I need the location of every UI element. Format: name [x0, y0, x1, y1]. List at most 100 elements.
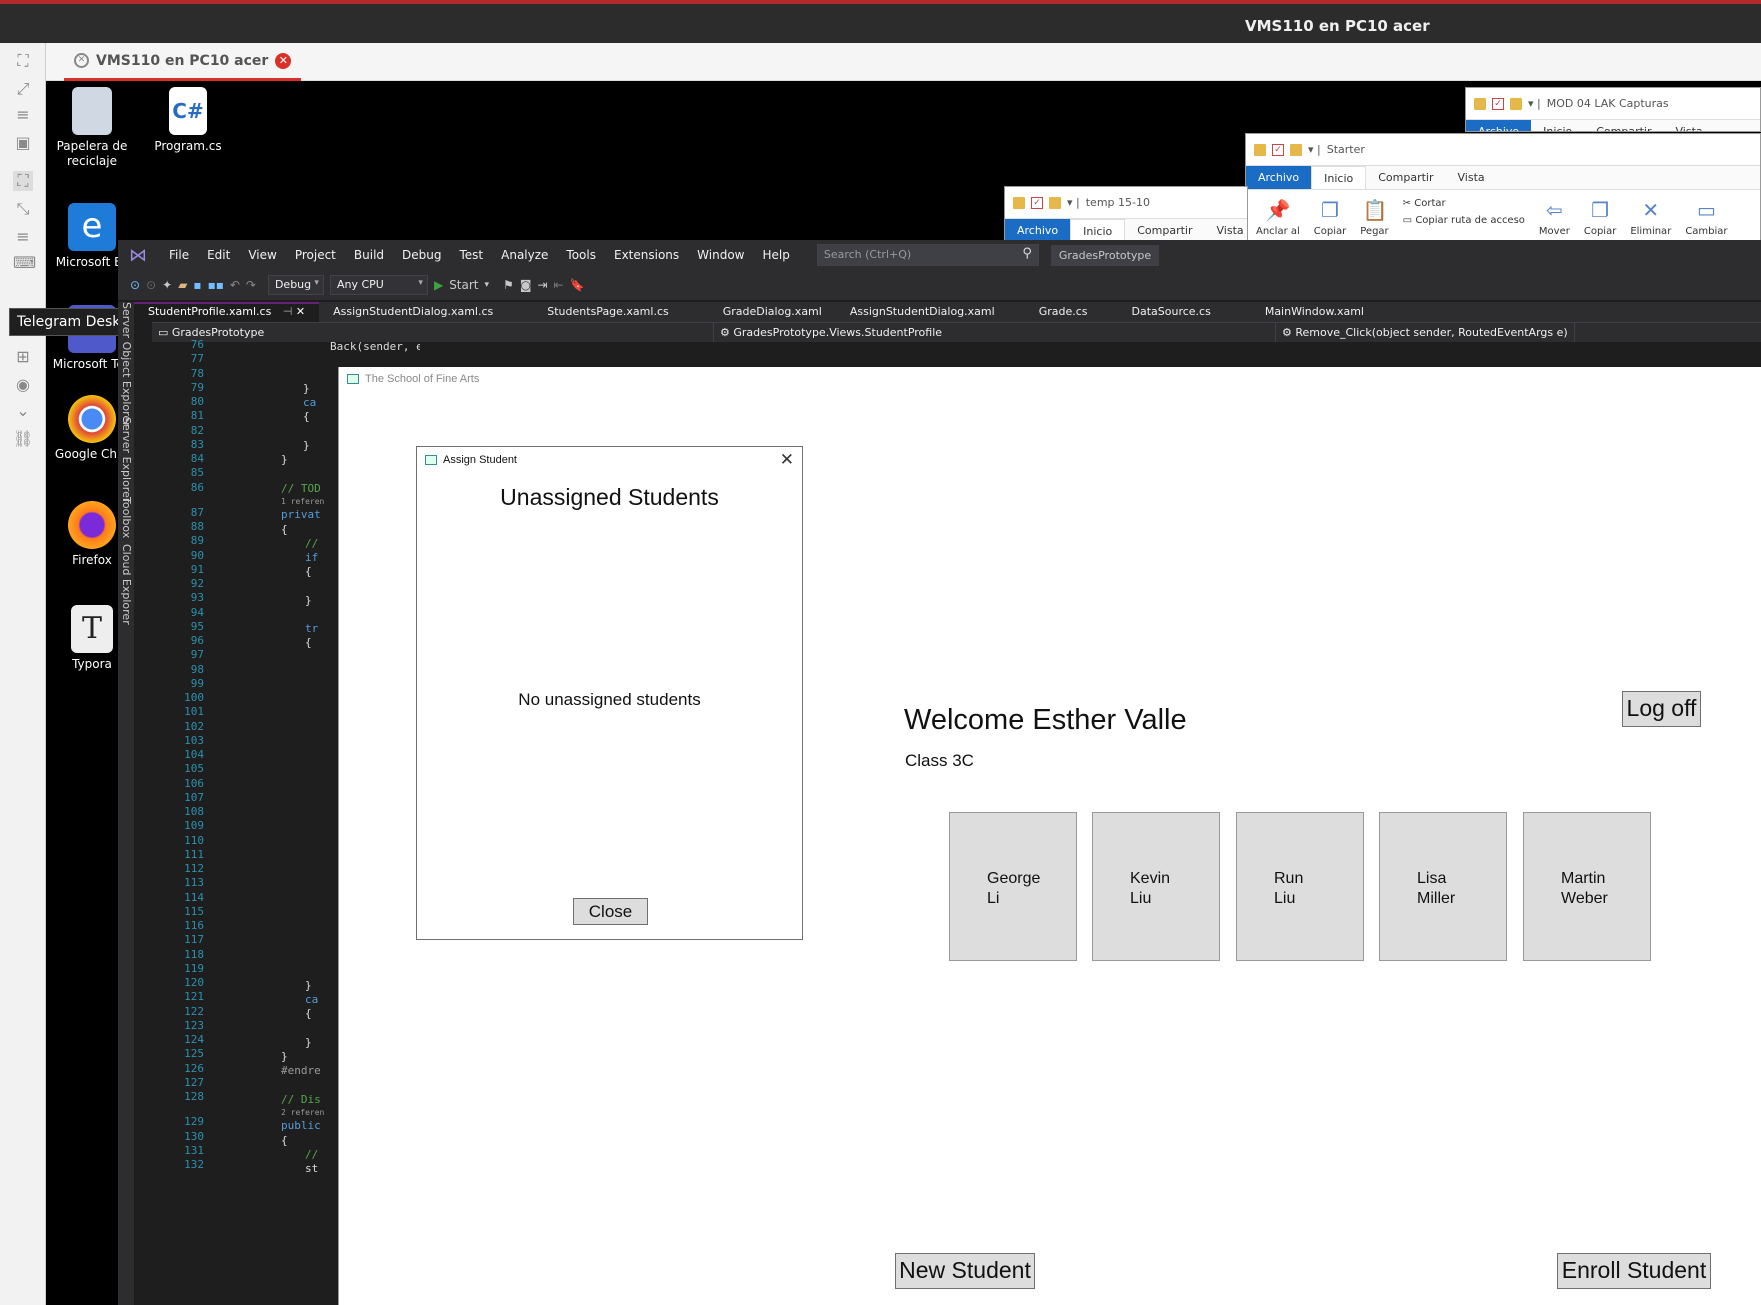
dialog-close-icon[interactable]: ✕ — [780, 450, 794, 470]
ribbon-tab-compartir[interactable]: Compartir — [1366, 166, 1445, 189]
student-tile-george-li[interactable]: George Li — [949, 812, 1077, 961]
desktop-icon-program-cs[interactable]: C# Program.cs — [142, 87, 234, 154]
start-icon[interactable]: ▶ — [434, 278, 443, 292]
fit-screen-icon[interactable]: ⛶ — [13, 171, 33, 191]
dialog-close-button[interactable]: Close — [573, 898, 648, 925]
ribbon-tab[interactable]: Vista — [1664, 120, 1715, 131]
student-tile-lisa-miller[interactable]: Lisa Miller — [1379, 812, 1507, 961]
vs-search-input[interactable]: Search (Ctrl+Q) ⚲ — [816, 244, 1039, 266]
configuration-dropdown[interactable]: Debug — [267, 275, 324, 295]
forward-icon[interactable]: ⊙ — [146, 278, 156, 292]
bookmark-icon[interactable]: 🔖 — [570, 278, 585, 292]
list-icon[interactable]: ≡ — [13, 227, 33, 247]
doc-tab[interactable]: AssignStudentDialog.xaml — [836, 302, 1009, 322]
doc-tab[interactable]: Grade.cs — [1009, 302, 1102, 322]
menu-debug[interactable]: Debug — [393, 248, 450, 262]
menu-tools[interactable]: Tools — [557, 248, 605, 262]
enroll-student-button[interactable]: Enroll Student — [1557, 1253, 1711, 1289]
desktop-icon-recycle-bin[interactable]: Papelera de reciclaje — [46, 87, 138, 169]
scale-icon[interactable]: ⤡ — [13, 199, 33, 219]
toolbar-icon[interactable]: ⚑ — [503, 278, 514, 292]
menu-help[interactable]: Help — [753, 248, 798, 262]
start-dropdown-icon[interactable]: ▾ — [485, 280, 490, 290]
window-icon[interactable]: ▣ — [13, 133, 33, 153]
ribbon-tab-inicio[interactable]: Inicio — [1070, 219, 1126, 242]
ribbon-tab-vista[interactable]: Vista — [1205, 219, 1248, 242]
pin-icon[interactable]: ⊣ — [283, 305, 293, 318]
fullscreen-icon[interactable]: ⤢ — [13, 79, 33, 99]
close-tab-icon[interactable]: ✕ — [275, 52, 292, 69]
keyboard-icon[interactable]: ⌨ — [13, 253, 36, 273]
redo-icon[interactable]: ↷ — [246, 278, 256, 292]
new-project-icon[interactable]: ✦ — [162, 278, 172, 292]
menu-analyze[interactable]: Analyze — [492, 248, 557, 262]
pin-button[interactable]: 📌 Anclar al — [1256, 198, 1300, 237]
menu-window[interactable]: Window — [688, 248, 753, 262]
log-off-button[interactable]: Log off — [1622, 691, 1701, 727]
menu-extensions[interactable]: Extensions — [605, 248, 688, 262]
toolbar-icon[interactable]: ⇤ — [554, 278, 564, 292]
undo-icon[interactable]: ↶ — [230, 278, 240, 292]
doc-tab[interactable]: DataSource.cs — [1102, 302, 1225, 322]
move-button[interactable]: ⇦ Mover — [1539, 198, 1570, 237]
session-tab[interactable]: ✕ VMS110 en PC10 acer ✕ — [64, 43, 302, 81]
student-tile-martin-weber[interactable]: Martin Weber — [1523, 812, 1651, 961]
link-icon[interactable]: ⛓ — [13, 429, 33, 449]
ribbon-tab[interactable]: Archivo — [1466, 120, 1532, 131]
camera-icon[interactable]: ◉ — [13, 375, 33, 395]
side-tab-toolbox[interactable]: Toolbox — [120, 497, 133, 538]
menu-test[interactable]: Test — [450, 248, 492, 262]
nav-member-dropdown[interactable]: ⚙ Remove_Click(object sender, RoutedEven… — [1276, 323, 1575, 342]
platform-dropdown[interactable]: Any CPU — [329, 275, 428, 295]
ribbon-tab-vista[interactable]: Vista — [1446, 166, 1497, 189]
menu-edit[interactable]: Edit — [198, 248, 239, 262]
copy-path-button[interactable]: ▭ Copiar ruta de acceso — [1403, 215, 1525, 226]
copy-button[interactable]: ❐ Copiar — [1314, 198, 1346, 237]
menu-project[interactable]: Project — [286, 248, 345, 262]
chevron-down-icon[interactable]: ⌄ — [13, 401, 33, 421]
save-icon[interactable]: ▪ — [193, 278, 201, 292]
menu-build[interactable]: Build — [345, 248, 393, 262]
toolbar-icon[interactable]: ⇥ — [537, 278, 547, 292]
student-tile-kevin-liu[interactable]: Kevin Liu — [1092, 812, 1220, 961]
explorer-window-temp[interactable]: ✓ ▾ | temp 15-10 Archivo Inicio Compartir … — [1004, 186, 1248, 243]
close-icon[interactable]: ✕ — [296, 305, 305, 318]
doc-tab[interactable]: StudentProfile.xaml.cs ⊣ ✕ — [134, 302, 320, 322]
open-icon[interactable]: ▰ — [178, 278, 187, 292]
copy-to-button[interactable]: ❐ Copiar — [1584, 198, 1616, 237]
code-reference[interactable]: 1 referen — [281, 497, 324, 506]
side-tab-server-object-explorer[interactable]: Server Object Explorer — [120, 302, 133, 427]
cut-button[interactable]: ✂ Cortar — [1403, 198, 1525, 209]
paste-button[interactable]: 📋 Pegar — [1360, 198, 1388, 237]
student-tile-run-liu[interactable]: Run Liu — [1236, 812, 1364, 961]
ribbon-tab-archivo[interactable]: Archivo — [1246, 166, 1312, 189]
side-tab-server-explorer[interactable]: Server Explorer — [120, 417, 133, 502]
nav-project-dropdown[interactable]: ▭ GradesPrototype — [152, 323, 714, 342]
screenshot-icon[interactable]: ⛶ — [13, 51, 33, 71]
start-button[interactable]: Start — [449, 278, 478, 292]
nav-type-dropdown[interactable]: ⚙ GradesPrototype.Views.StudentProfile — [714, 323, 1276, 342]
doc-tab[interactable]: MainWindow.xaml — [1225, 302, 1378, 322]
ribbon-tab-inicio[interactable]: Inicio — [1311, 166, 1367, 189]
ribbon-tab-archivo[interactable]: Archivo — [1005, 219, 1071, 242]
back-icon[interactable]: ⊙ — [130, 278, 140, 292]
ribbon-tab[interactable]: Inicio — [1531, 120, 1584, 131]
ribbon-tab-compartir[interactable]: Compartir — [1125, 219, 1204, 242]
explorer-window-mod04[interactable]: ✓ ▾ | MOD 04 LAK Capturas Archivo Inicio C… — [1465, 87, 1761, 132]
code-reference[interactable]: 2 referen — [281, 1108, 324, 1117]
save-all-icon[interactable]: ▪▪ — [208, 278, 224, 292]
menu-view[interactable]: View — [239, 248, 285, 262]
doc-tab[interactable]: GradeDialog.xaml — [683, 302, 836, 322]
toolbar-icon[interactable]: ◙ — [520, 278, 532, 292]
menu-icon[interactable]: ≡ — [13, 105, 33, 125]
ribbon-tab[interactable]: Compartir — [1584, 120, 1663, 131]
rename-button[interactable]: ▭ Cambiar — [1685, 198, 1727, 237]
delete-button[interactable]: ✕ Eliminar — [1630, 198, 1671, 237]
menu-file[interactable]: File — [160, 248, 198, 262]
doc-tab[interactable]: StudentsPage.xaml.cs — [507, 302, 682, 322]
explorer-window-starter[interactable]: ✓ ▾ | Starter Archivo Inicio Compartir Vis… — [1245, 133, 1761, 243]
new-student-button[interactable]: New Student — [895, 1253, 1035, 1289]
side-tab-cloud-explorer[interactable]: Cloud Explorer — [120, 544, 133, 625]
add-window-icon[interactable]: ⊞ — [13, 347, 33, 367]
doc-tab[interactable]: AssignStudentDialog.xaml.cs — [319, 302, 507, 322]
